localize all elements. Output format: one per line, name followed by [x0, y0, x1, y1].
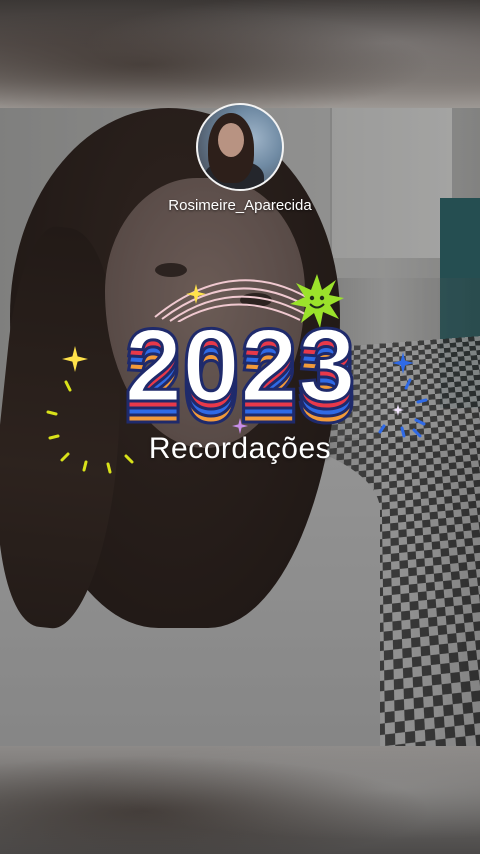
- blurred-top-band: [0, 0, 480, 108]
- avatar[interactable]: [196, 103, 284, 191]
- blurred-bottom-band: [0, 746, 480, 854]
- recap-subtitle: Recordações: [148, 432, 332, 465]
- story-screen: Rosimeire_Aparecida 2023 2023 2023 2023 …: [0, 0, 480, 854]
- year-title: 2023 2023 2023 2023: [90, 307, 390, 447]
- sparkle-icon: [186, 284, 206, 304]
- year-text: 2023: [124, 308, 355, 424]
- username[interactable]: Rosimeire_Aparecida: [0, 197, 480, 214]
- sparkle-icon: [62, 346, 88, 372]
